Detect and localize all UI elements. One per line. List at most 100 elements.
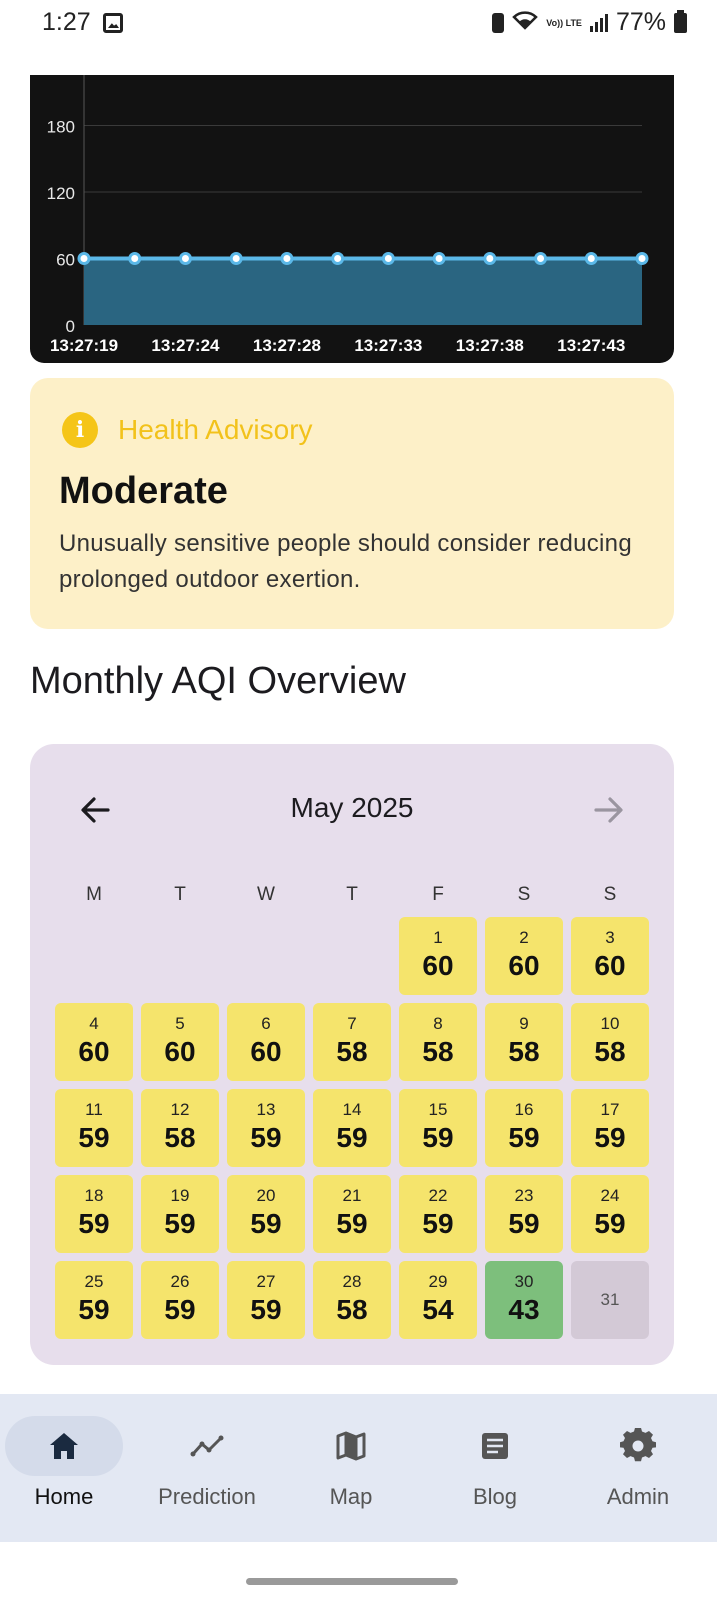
health-advisory-card: i Health Advisory Moderate Unusually sen… [30, 378, 674, 629]
data-point [584, 252, 598, 265]
nav-label: Admin [606, 1484, 670, 1509]
calendar-day[interactable]: 14 59 [313, 1089, 391, 1167]
data-point [178, 252, 192, 265]
calendar-day[interactable]: 25 59 [55, 1261, 133, 1339]
volte-icon: Vo)) LTE [546, 17, 582, 28]
y-tick-label: 120 [47, 184, 75, 203]
nav-item-home[interactable]: Home [0, 1394, 134, 1542]
day-number: 18 [84, 1186, 104, 1205]
calendar-day[interactable]: 29 54 [399, 1261, 477, 1339]
calendar-day[interactable]: 9 58 [485, 1003, 563, 1081]
day-number: 10 [600, 1014, 620, 1033]
day-aqi-value: 59 [594, 1208, 626, 1239]
data-point [77, 252, 91, 265]
calendar-day[interactable]: 30 43 [485, 1261, 563, 1339]
day-aqi-value: 43 [508, 1294, 540, 1325]
calendar-day[interactable]: 18 59 [55, 1175, 133, 1253]
calendar-day[interactable]: 31 [571, 1261, 649, 1339]
weekday-label: W [257, 884, 275, 905]
x-tick-label: 13:27:38 [456, 336, 524, 355]
x-tick-label: 13:27:43 [557, 336, 625, 355]
series-area [84, 258, 642, 325]
day-aqi-value: 58 [422, 1036, 454, 1067]
status-bar: 1:27 Vo)) LTE 77% [0, 0, 717, 48]
day-number: 28 [342, 1272, 362, 1291]
day-number: 17 [600, 1100, 620, 1119]
calendar-day[interactable]: 4 60 [55, 1003, 133, 1081]
calendar-day[interactable]: 17 59 [571, 1089, 649, 1167]
calendar-day[interactable]: 21 59 [313, 1175, 391, 1253]
day-aqi-value: 59 [164, 1294, 196, 1325]
day-number: 11 [85, 1100, 103, 1119]
day-number: 25 [84, 1272, 104, 1291]
bottom-navigation: Home Prediction Map Blog Admin [0, 1394, 717, 1542]
calendar-day[interactable]: 11 59 [55, 1089, 133, 1167]
day-aqi-value: 58 [164, 1122, 196, 1153]
gear-icon [620, 1427, 656, 1464]
x-tick-label: 13:27:33 [354, 336, 422, 355]
calendar-month-label: May 2025 [290, 792, 414, 823]
day-number: 20 [256, 1186, 276, 1205]
calendar-day[interactable]: 19 59 [141, 1175, 219, 1253]
signal-icon [589, 13, 608, 32]
home-icon [46, 1428, 82, 1464]
gallery-notification-icon [103, 13, 123, 33]
calendar-day[interactable]: 22 59 [399, 1175, 477, 1253]
calendar-day[interactable]: 5 60 [141, 1003, 219, 1081]
calendar-day[interactable]: 3 60 [571, 917, 649, 995]
day-aqi-value: 58 [336, 1036, 368, 1067]
article-icon [477, 1428, 513, 1464]
data-point [432, 252, 446, 265]
calendar-day[interactable]: 27 59 [227, 1261, 305, 1339]
info-icon: i [62, 412, 98, 448]
nav-label: Blog [472, 1484, 518, 1509]
weekday-label: S [517, 884, 531, 905]
battery-icon [674, 9, 687, 33]
nav-item-admin[interactable]: Admin [568, 1394, 708, 1542]
calendar-day[interactable]: 20 59 [227, 1175, 305, 1253]
day-aqi-value: 54 [422, 1294, 454, 1325]
day-number: 22 [428, 1186, 448, 1205]
day-aqi-value: 59 [250, 1122, 282, 1153]
day-number: 31 [600, 1290, 620, 1309]
calendar-day[interactable]: 6 60 [227, 1003, 305, 1081]
weekday-label: S [603, 884, 617, 905]
calendar-day[interactable]: 12 58 [141, 1089, 219, 1167]
nav-item-prediction[interactable]: Prediction [137, 1394, 277, 1542]
nav-label: Home [34, 1484, 94, 1509]
status-icons: Vo)) LTE 77% [492, 8, 687, 37]
day-aqi-value: 59 [422, 1122, 454, 1153]
data-point [381, 252, 395, 265]
nav-item-blog[interactable]: Blog [425, 1394, 565, 1542]
calendar-day[interactable]: 28 58 [313, 1261, 391, 1339]
calendar-day[interactable]: 10 58 [571, 1003, 649, 1081]
calendar-day[interactable]: 26 59 [141, 1261, 219, 1339]
home-indicator[interactable] [246, 1578, 458, 1585]
calendar-day[interactable]: 8 58 [399, 1003, 477, 1081]
calendar-day[interactable]: 23 59 [485, 1175, 563, 1253]
day-aqi-value: 60 [250, 1036, 282, 1067]
calendar-day[interactable]: 24 59 [571, 1175, 649, 1253]
map-icon [333, 1428, 369, 1464]
status-time: 1:27 [42, 8, 91, 36]
y-tick-label: 0 [66, 317, 75, 336]
nav-item-map[interactable]: Map [281, 1394, 421, 1542]
calendar-day[interactable]: 2 60 [485, 917, 563, 995]
calendar-day[interactable]: 7 58 [313, 1003, 391, 1081]
weekday-label: M [86, 884, 102, 905]
day-number: 5 [175, 1014, 185, 1033]
aqi-live-chart: 0 60 120 180 13:27:19 13:27:24 13:27:28 13:27:3… [30, 75, 674, 363]
data-point [280, 252, 294, 265]
calendar-day[interactable]: 13 59 [227, 1089, 305, 1167]
data-point [331, 252, 345, 265]
data-point [229, 252, 243, 265]
day-number: 26 [170, 1272, 190, 1291]
day-aqi-value: 59 [78, 1122, 110, 1153]
battery-percent: 77% [615, 8, 666, 36]
day-number: 23 [514, 1186, 534, 1205]
calendar-day[interactable]: 16 59 [485, 1089, 563, 1167]
calendar-day[interactable]: 15 59 [399, 1089, 477, 1167]
trend-line-icon [189, 1428, 225, 1464]
calendar-day[interactable]: 1 60 [399, 917, 477, 995]
arrow-right-icon[interactable] [590, 792, 626, 828]
